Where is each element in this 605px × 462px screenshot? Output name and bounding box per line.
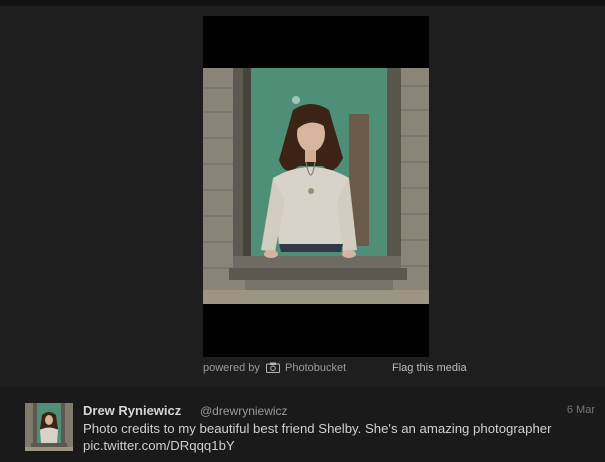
user-display-name[interactable]: Drew Ryniewicz bbox=[83, 403, 181, 418]
media-viewer: powered by Photobucket Flag this media bbox=[0, 6, 605, 387]
avatar[interactable] bbox=[25, 403, 73, 451]
user-handle[interactable]: @drewryniewicz bbox=[200, 404, 288, 418]
media-photo[interactable] bbox=[203, 68, 429, 304]
tweet-item: Drew Ryniewicz @drewryniewicz 6 Mar Phot… bbox=[0, 387, 605, 462]
flag-media-link[interactable]: Flag this media bbox=[392, 362, 467, 374]
tweet-body: Photo credits to my beautiful best frien… bbox=[83, 421, 552, 436]
powered-by: powered by Photobucket bbox=[203, 362, 346, 374]
tweet-text: Photo credits to my beautiful best frien… bbox=[83, 420, 598, 454]
provider-name[interactable]: Photobucket bbox=[285, 362, 346, 374]
photo-illustration bbox=[203, 68, 429, 304]
tweet-timestamp[interactable]: 6 Mar bbox=[567, 404, 595, 416]
media-footer: powered by Photobucket Flag this media bbox=[203, 362, 603, 378]
tweet-media-link[interactable]: pic.twitter.com/DRqqq1bY bbox=[83, 437, 598, 454]
camera-icon bbox=[265, 362, 280, 373]
powered-by-label: powered by bbox=[203, 362, 260, 374]
tweet-header: Drew Ryniewicz @drewryniewicz 6 Mar bbox=[83, 403, 595, 419]
avatar-image bbox=[25, 403, 73, 451]
media-frame bbox=[203, 16, 429, 357]
